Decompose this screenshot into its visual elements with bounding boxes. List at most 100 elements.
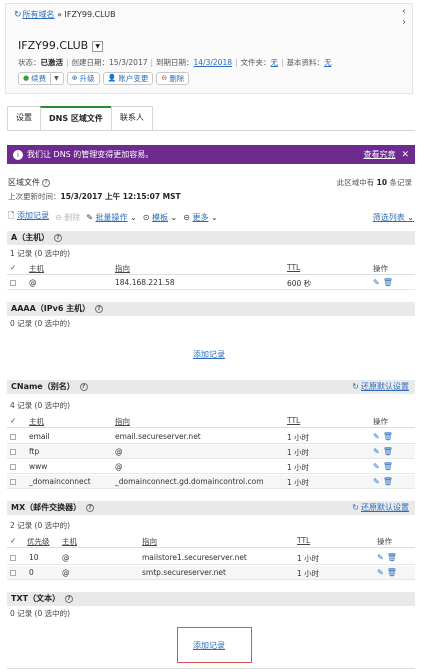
col-points-to[interactable]: 指向 <box>115 263 130 274</box>
row-host: email <box>29 432 50 441</box>
row-points-to: @ <box>115 462 123 471</box>
section-txt-count: 0 记录 (0 选中的) <box>10 609 71 618</box>
last-updated: 上次更新时间：15/3/2017 上午 12:15:07 MST <box>8 191 181 202</box>
chevron-down-icon: ⌄ <box>407 212 414 222</box>
edit-icon[interactable]: ✎ <box>373 278 380 287</box>
section-cname-header: CName（别名） ? ↻ 还原默认设置 <box>7 380 415 394</box>
col-points-to[interactable]: 指向 <box>142 536 157 547</box>
check-icon[interactable]: ✓ <box>10 416 16 425</box>
row-checkbox[interactable] <box>10 555 16 561</box>
filter-list-menu[interactable]: 筛选列表 ⌄ <box>373 212 414 223</box>
table-row: _domainconnect _domainconnect.gd.domainc… <box>7 475 415 489</box>
account-change-button[interactable]: 👤 账户变更 <box>102 72 154 85</box>
breadcrumb-all-domains[interactable]: 所有域名 <box>23 10 55 19</box>
edit-icon[interactable]: ✎ <box>373 477 380 486</box>
domain-status-line: 状态：已激活 | 创建日期：15/3/2017 | 到期日期：14/3/2018 | 文件夹… <box>18 58 332 67</box>
close-icon[interactable]: ✕ <box>401 150 409 160</box>
template-icon: ⊙ <box>142 212 150 222</box>
trash-icon[interactable]: 🗑 <box>383 462 393 471</box>
row-checkbox[interactable] <box>10 570 16 576</box>
check-icon[interactable]: ✓ <box>10 263 16 272</box>
bulk-actions-menu[interactable]: ✎ 批量操作 ⌄ <box>86 212 137 223</box>
edit-icon[interactable]: ✎ <box>373 432 380 441</box>
row-actions: ✎ 🗑 <box>377 553 400 562</box>
profile-link[interactable]: 无 <box>324 58 332 67</box>
help-icon[interactable]: ? <box>64 594 73 603</box>
chevron-up-icon[interactable]: ‹ <box>402 6 406 17</box>
col-priority[interactable]: 优先级 <box>27 536 50 547</box>
trash-icon[interactable]: 🗑 <box>383 278 393 287</box>
help-icon[interactable]: ? <box>85 503 94 512</box>
add-aaaa-record-link[interactable]: 添加记录 <box>193 349 225 360</box>
trash-icon[interactable]: 🗑 <box>387 553 397 562</box>
trash-icon[interactable]: 🗑 <box>387 568 397 577</box>
domain-name: IFZY99.CLUB <box>18 39 89 52</box>
banner-view-link[interactable]: 查看究竟 <box>363 149 395 160</box>
delete-domain-button[interactable]: ⊖ 删除 <box>156 72 190 85</box>
row-points-to: smtp.secureserver.net <box>142 568 226 577</box>
row-priority: 0 <box>29 568 34 577</box>
edit-icon[interactable]: ✎ <box>377 568 384 577</box>
tab-settings[interactable]: 设置 <box>7 106 41 130</box>
row-checkbox[interactable] <box>10 464 16 470</box>
last-updated-value: 15/3/2017 上午 12:15:07 MST <box>60 192 181 201</box>
help-icon[interactable]: ? <box>94 304 103 313</box>
trash-icon[interactable]: 🗑 <box>383 447 393 456</box>
help-icon[interactable]: ? <box>54 233 62 242</box>
delete-icon: ⊖ <box>161 74 168 82</box>
help-icon[interactable]: ? <box>42 178 50 187</box>
row-points-to: mailstore1.secureserver.net <box>142 553 247 562</box>
add-txt-record-link[interactable]: 添加记录 <box>193 640 225 651</box>
trash-icon[interactable]: 🗑 <box>383 432 393 441</box>
col-ttl[interactable]: TTL <box>287 416 300 425</box>
edit-icon[interactable]: ✎ <box>377 553 384 562</box>
col-points-to[interactable]: 指向 <box>115 416 130 427</box>
add-record-toolbar[interactable]: 🗋 添加记录 <box>8 210 49 224</box>
edit-icon[interactable]: ✎ <box>373 462 380 471</box>
col-host[interactable]: 主机 <box>29 263 44 274</box>
refresh-icon: ↻ <box>14 10 22 20</box>
chevron-down-icon[interactable]: › <box>402 17 406 28</box>
help-icon[interactable]: ? <box>79 382 88 391</box>
restore-defaults-cname[interactable]: ↻ 还原默认设置 <box>352 380 409 394</box>
renew-label: 续费 <box>31 74 47 83</box>
restore-defaults-label: 还原默认设置 <box>361 382 409 391</box>
table-row: @ 184.168.221.58 600 秒 ✎ 🗑 <box>7 276 415 290</box>
restore-defaults-label: 还原默认设置 <box>361 503 409 512</box>
folder-link[interactable]: 无 <box>271 58 279 67</box>
row-checkbox[interactable] <box>10 449 16 455</box>
more-menu[interactable]: ⊝ 更多 ⌄ <box>183 212 218 223</box>
delete-records-button[interactable]: ⊖ 删除 <box>55 212 80 223</box>
table-row: www @ 1 小时 ✎ 🗑 <box>7 460 415 474</box>
more-icon: ⊝ <box>183 212 190 222</box>
upgrade-button[interactable]: ⊕ 升级 <box>66 72 100 85</box>
info-icon: i <box>13 149 23 160</box>
row-host: www <box>29 462 48 471</box>
row-checkbox[interactable] <box>10 479 16 485</box>
row-checkbox[interactable] <box>10 280 16 286</box>
account-change-label: 账户变更 <box>118 74 149 83</box>
restore-defaults-mx[interactable]: ↻ 还原默认设置 <box>352 501 409 515</box>
filter-list-label: 筛选列表 <box>372 212 405 222</box>
chevron-down-icon[interactable]: ▼ <box>50 73 59 84</box>
zone-file-text: 区域文件 <box>8 178 40 187</box>
template-menu[interactable]: ⊙ 模板 ⌄ <box>143 212 178 223</box>
zone-count-prefix: 此区域中有 <box>336 178 375 187</box>
col-host[interactable]: 主机 <box>62 536 77 547</box>
tab-contacts[interactable]: 联系人 <box>110 106 153 130</box>
check-icon[interactable]: ✓ <box>10 536 16 545</box>
domain-menu-dropdown[interactable]: ▼ <box>92 40 104 52</box>
row-checkbox[interactable] <box>10 434 16 440</box>
tab-dns-zone-file[interactable]: DNS 区域文件 <box>40 106 112 130</box>
trash-icon[interactable]: 🗑 <box>383 477 393 486</box>
renew-button[interactable]: ● 续费 ▼ <box>18 72 64 85</box>
section-cname-count: 4 记录 (0 选中的) <box>10 401 71 410</box>
col-ttl[interactable]: TTL <box>287 263 300 272</box>
expires-date-link[interactable]: 14/3/2018 <box>194 58 232 67</box>
col-host[interactable]: 主机 <box>29 416 44 427</box>
domain-summary-panel: ↻所有域名 » IFZY99.CLUB ‹ › IFZY99.CLUB ▼ 状态：… <box>5 3 413 94</box>
row-host: @ <box>62 568 70 577</box>
col-ttl[interactable]: TTL <box>297 536 310 545</box>
zone-count-value: 10 <box>376 178 388 187</box>
edit-icon[interactable]: ✎ <box>373 447 380 456</box>
